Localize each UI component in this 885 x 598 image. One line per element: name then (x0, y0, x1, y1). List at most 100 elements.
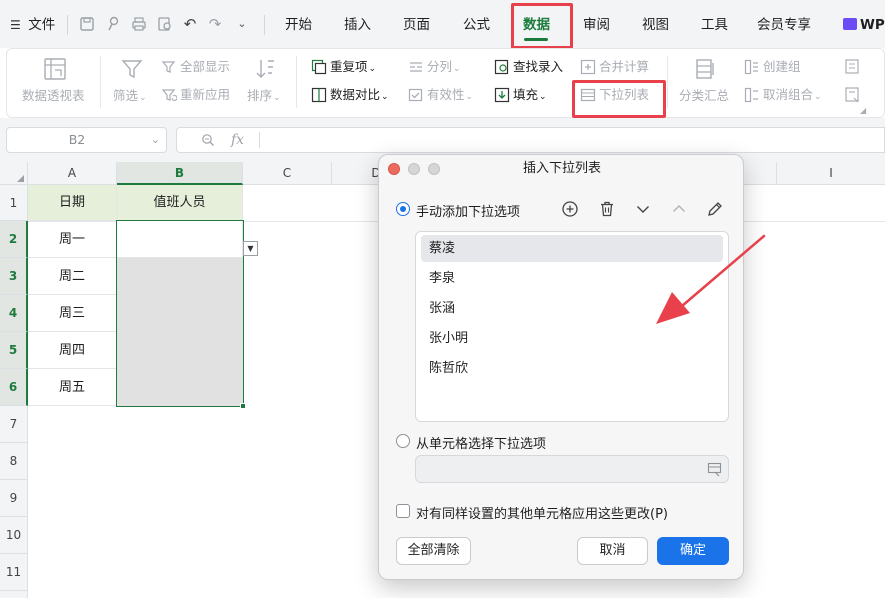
formula-input[interactable]: fx (176, 127, 885, 153)
print-preview-icon[interactable] (156, 15, 174, 33)
reapply-button[interactable]: 重新应用 (161, 86, 230, 104)
tab-home[interactable]: 开始 (285, 0, 312, 48)
filter-icon (120, 57, 144, 81)
cell-dropdown-button[interactable]: ▼ (243, 241, 258, 256)
from-cells-option-radio[interactable] (396, 434, 410, 448)
row-header-5[interactable]: 5 (0, 332, 28, 369)
tab-insert[interactable]: 插入 (344, 0, 371, 48)
delete-icon[interactable] (598, 200, 616, 218)
fill-handle[interactable] (240, 403, 246, 409)
manual-option-radio[interactable] (396, 202, 410, 216)
lookup-entry-icon (494, 59, 510, 75)
row-header-3[interactable]: 3 (0, 258, 28, 295)
outline-show-icon[interactable] (844, 58, 862, 76)
add-icon[interactable] (561, 200, 579, 218)
ribbon-expand-icon[interactable]: ◢ (860, 106, 866, 115)
column-header-a[interactable]: A (28, 162, 117, 185)
tab-page[interactable]: 页面 (403, 0, 430, 48)
cell-a6[interactable]: 周五 (28, 369, 117, 406)
print-icon[interactable] (130, 15, 148, 33)
chevron-down-icon[interactable]: ⌄ (151, 128, 160, 152)
subtotal-icon (694, 57, 718, 81)
cancel-button[interactable]: 取消 (577, 537, 648, 565)
consolidate-button[interactable]: 合并计算 (580, 58, 649, 76)
row-header-9[interactable]: 9 (0, 480, 28, 517)
zoom-icon[interactable] (201, 128, 215, 152)
cell-a3[interactable]: 周二 (28, 258, 117, 295)
file-menu[interactable]: ☰ 文件 (10, 0, 55, 48)
tab-view[interactable]: 视图 (642, 0, 669, 48)
undo-icon[interactable]: ↶ (181, 15, 199, 33)
move-down-icon[interactable] (634, 200, 652, 218)
insert-dropdown-dialog: 插入下拉列表 手动添加下拉选项 蔡凌 李泉 张涵 张小明 陈哲欣 从单元格选择下… (378, 154, 744, 580)
save-icon[interactable] (78, 15, 96, 33)
list-item[interactable]: 陈哲欣 (421, 355, 723, 382)
row-header-12[interactable] (0, 591, 28, 598)
sort-button[interactable]: 排序⌄ (247, 85, 281, 104)
ok-button[interactable]: 确定 (657, 537, 729, 565)
clear-all-button[interactable]: 全部清除 (396, 537, 471, 565)
format-painter-icon[interactable] (104, 15, 122, 33)
tab-member[interactable]: 会员专享 (757, 0, 811, 48)
fx-label[interactable]: fx (231, 128, 244, 152)
pivot-table-button[interactable]: 数据透视表 (22, 85, 85, 104)
list-item[interactable]: 蔡凌 (421, 235, 723, 262)
name-box[interactable]: B2 ⌄ (6, 127, 167, 153)
manual-option-label[interactable]: 手动添加下拉选项 (416, 201, 520, 220)
row-header-10[interactable]: 10 (0, 517, 28, 554)
edit-icon[interactable] (706, 200, 724, 218)
row-header-11[interactable]: 11 (0, 554, 28, 591)
cell-a4[interactable]: 周三 (28, 295, 117, 332)
tab-review[interactable]: 审阅 (583, 0, 610, 48)
ungroup-button[interactable]: 取消组合⌄ (744, 86, 822, 106)
move-up-icon[interactable] (670, 200, 688, 218)
create-group-button[interactable]: 创建组 (744, 58, 801, 76)
filter-button[interactable]: 筛选⌄ (113, 85, 147, 104)
split-column-button[interactable]: 分列⌄ (408, 58, 461, 78)
cell-a5[interactable]: 周四 (28, 332, 117, 369)
row-header-6[interactable]: 6 (0, 369, 28, 406)
divider (67, 15, 68, 35)
fill-button[interactable]: 填充⌄ (494, 86, 547, 106)
row-header-2[interactable]: 2 (0, 221, 28, 258)
divider (259, 132, 260, 148)
list-item[interactable]: 李泉 (421, 265, 723, 292)
list-item[interactable]: 张涵 (421, 295, 723, 322)
tab-formula[interactable]: 公式 (463, 0, 490, 48)
data-compare-icon (311, 87, 327, 103)
cell-b1[interactable]: 值班人员 (117, 185, 243, 221)
cell-a1[interactable]: 日期 (28, 185, 117, 221)
tab-wps-ai[interactable]: WP (843, 0, 885, 48)
highlight-data-tab (511, 3, 573, 49)
cell-a2[interactable]: 周一 (28, 221, 117, 258)
column-header-b[interactable]: B (117, 162, 243, 185)
apply-to-same-cells-checkbox[interactable] (396, 504, 410, 518)
tab-tools[interactable]: 工具 (701, 0, 728, 48)
list-item[interactable]: 张小明 (421, 325, 723, 352)
row-header-1[interactable]: 1 (0, 185, 28, 221)
from-cells-option-label[interactable]: 从单元格选择下拉选项 (416, 433, 546, 452)
show-all-button[interactable]: 全部显示 (161, 58, 230, 76)
select-all-corner[interactable] (0, 162, 28, 185)
column-header-c[interactable]: C (243, 162, 332, 185)
duplicates-icon (311, 59, 327, 75)
lookup-entry-button[interactable]: 查找录入 (494, 58, 563, 76)
column-header-i[interactable]: I (777, 162, 885, 185)
cell-range-input[interactable] (415, 455, 729, 483)
consolidate-icon (580, 59, 596, 75)
apply-to-same-cells-label[interactable]: 对有同样设置的其他单元格应用这些更改(P) (416, 503, 668, 522)
row-header-4[interactable]: 4 (0, 295, 28, 332)
row-header-8[interactable]: 8 (0, 443, 28, 480)
row-header-7[interactable]: 7 (0, 406, 28, 443)
data-compare-button[interactable]: 数据对比⌄ (311, 86, 389, 106)
divider (667, 56, 668, 108)
outline-hide-icon[interactable] (844, 86, 862, 104)
chevron-down-icon[interactable]: ⌄ (233, 15, 251, 33)
duplicates-button[interactable]: 重复项⌄ (311, 58, 376, 78)
subtotal-button[interactable]: 分类汇总 (679, 85, 729, 104)
redo-icon[interactable]: ↷ (206, 15, 224, 33)
dropdown-items-list[interactable]: 蔡凌 李泉 张涵 张小明 陈哲欣 (415, 231, 729, 422)
validation-button[interactable]: 有效性⌄ (408, 86, 473, 106)
divider (264, 15, 265, 35)
range-picker-icon[interactable] (707, 462, 722, 481)
